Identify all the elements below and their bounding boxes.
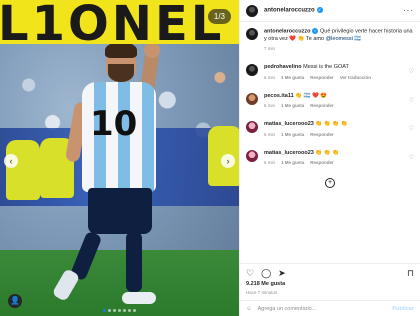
post-media[interactable]: 10 L1ONEL 1/3 ‹ › 👤 — [0, 0, 239, 316]
player-beard — [108, 64, 134, 82]
comment-username[interactable]: pedrohavelino — [264, 64, 302, 70]
comment-likes[interactable]: 1 Me gusta — [281, 103, 304, 109]
reply-button[interactable]: Responder — [310, 103, 334, 109]
comment-like-heart-icon[interactable]: ♡ — [409, 97, 414, 104]
comment-likes[interactable]: 1 Me gusta — [281, 132, 304, 138]
comment-avatar[interactable] — [246, 149, 258, 162]
like-count[interactable]: 9.218 Me gusta — [246, 281, 285, 287]
comment-row: pedrohavelino Messi is the GOAT 6 min 1 Me… — [246, 64, 414, 80]
share-icon[interactable]: ➤ — [278, 268, 286, 279]
player-shorts — [88, 188, 152, 234]
user-tag-icon[interactable]: 👤 — [8, 294, 22, 308]
slide-dot — [108, 309, 111, 312]
headline-text: L1ONEL — [0, 0, 225, 44]
slide-dot — [103, 309, 106, 312]
post-actions: ♡ ◯ ➤ ⊓ — [240, 263, 420, 279]
comment-avatar[interactable] — [246, 121, 258, 134]
next-slide-icon[interactable]: › — [221, 154, 235, 168]
comment-username[interactable]: matias_lucerooo23 — [264, 150, 314, 156]
slide-indicator — [0, 309, 239, 312]
post-sidebar: antonelaroccuzzo ✓ ··· antonelaroccuzzo ✓ … — [239, 0, 420, 316]
comment-row: pecos.ita11 👏 🇦🇷 ❤️ 😍 6 min 1 Me gusta Resp… — [246, 92, 414, 109]
like-heart-icon[interactable]: ♡ — [246, 268, 254, 279]
headline-banner: L1ONEL — [0, 0, 239, 44]
reply-button[interactable]: Responder — [310, 75, 334, 81]
comment-row: matias_lucerooo23 👏 👏 👏 👏 6 min 1 Me gusta… — [246, 121, 414, 137]
caption-time: 7 min — [264, 46, 276, 52]
caption-username[interactable]: antonelaroccuzzo — [264, 28, 310, 34]
instagram-post-viewer: 10 L1ONEL 1/3 ‹ › 👤 antonelaroccuzzo ✓ ··… — [0, 0, 420, 316]
comment-like-heart-icon[interactable]: ♡ — [409, 68, 414, 75]
prev-slide-icon[interactable]: ‹ — [4, 154, 18, 168]
comment-row: matias_lucerooo23 👏 👏 👏 6 min 1 Me gusta Re… — [246, 149, 414, 166]
more-options-icon[interactable]: ··· — [403, 6, 414, 15]
add-comment-bar: ☺ Agrega un comentario... Publicar — [240, 300, 420, 316]
comment-input[interactable]: Agrega un comentario... — [258, 306, 317, 312]
reply-button[interactable]: Responder — [310, 132, 334, 138]
player-boot — [51, 268, 81, 302]
comment-like-heart-icon[interactable]: ♡ — [409, 125, 414, 132]
flag-icon: 🇦🇷 — [354, 35, 362, 42]
caption: antonelaroccuzzo ✓ Qué privilegio verte h… — [246, 28, 414, 52]
player-fist — [144, 42, 160, 58]
comment-likes[interactable]: 1 Me gusta — [281, 75, 304, 81]
load-more-comments-icon[interactable]: + — [325, 178, 335, 189]
comment-text: 👏 🇦🇷 ❤️ 😍 — [295, 92, 328, 99]
player-leg — [126, 232, 142, 292]
slide-dot — [113, 309, 116, 312]
player-hair — [105, 42, 137, 58]
comment-text: 👏 👏 👏 👏 — [315, 121, 348, 128]
player-boot — [122, 292, 156, 304]
author-username[interactable]: antonelaroccuzzo ✓ — [264, 7, 323, 14]
comment-likes[interactable]: 1 Me gusta — [281, 160, 304, 166]
comment-like-heart-icon[interactable]: ♡ — [409, 154, 414, 161]
post-header: antonelaroccuzzo ✓ ··· — [240, 0, 420, 22]
verified-badge-icon: ✓ — [316, 7, 323, 14]
jersey-number: 10 — [90, 104, 138, 144]
reply-button[interactable]: Responder — [310, 160, 334, 166]
caption-avatar[interactable] — [246, 28, 258, 40]
comment-icon[interactable]: ◯ — [261, 268, 271, 279]
publish-button[interactable]: Publicar — [392, 306, 414, 312]
comment-username[interactable]: matias_lucerooo23 — [264, 121, 314, 127]
comment-time: 6 min — [264, 74, 276, 80]
caption-mention-link[interactable]: @leomessi — [326, 36, 353, 42]
slide-dot — [123, 309, 126, 312]
save-bookmark-icon[interactable]: ⊓ — [407, 268, 414, 279]
post-time: Hace 7 minutos — [246, 290, 278, 295]
comment-text: 👏 👏 👏 — [315, 149, 339, 156]
comments-list: antonelaroccuzzo ✓ Qué privilegio verte h… — [240, 22, 420, 258]
player-figure: 10 — [51, 42, 176, 312]
verified-badge-icon: ✓ — [312, 28, 319, 34]
comment-time: 6 min — [264, 103, 276, 109]
emoji-icon[interactable]: ☺ — [246, 306, 252, 312]
steward-figure — [6, 140, 40, 200]
comment-text: Messi is the GOAT — [303, 64, 349, 71]
author-avatar[interactable] — [246, 4, 258, 17]
slide-dot — [133, 309, 136, 312]
comment-time: 6 min — [264, 131, 276, 137]
slide-dot — [118, 309, 121, 312]
comment-avatar[interactable] — [246, 92, 258, 105]
slide-counter: 1/3 — [207, 9, 231, 24]
slide-dot — [128, 309, 131, 312]
translate-button[interactable]: Ver traducción — [340, 75, 371, 81]
comment-avatar[interactable] — [246, 64, 258, 77]
comment-username[interactable]: pecos.ita11 — [264, 93, 294, 99]
comment-time: 6 min — [264, 160, 276, 166]
